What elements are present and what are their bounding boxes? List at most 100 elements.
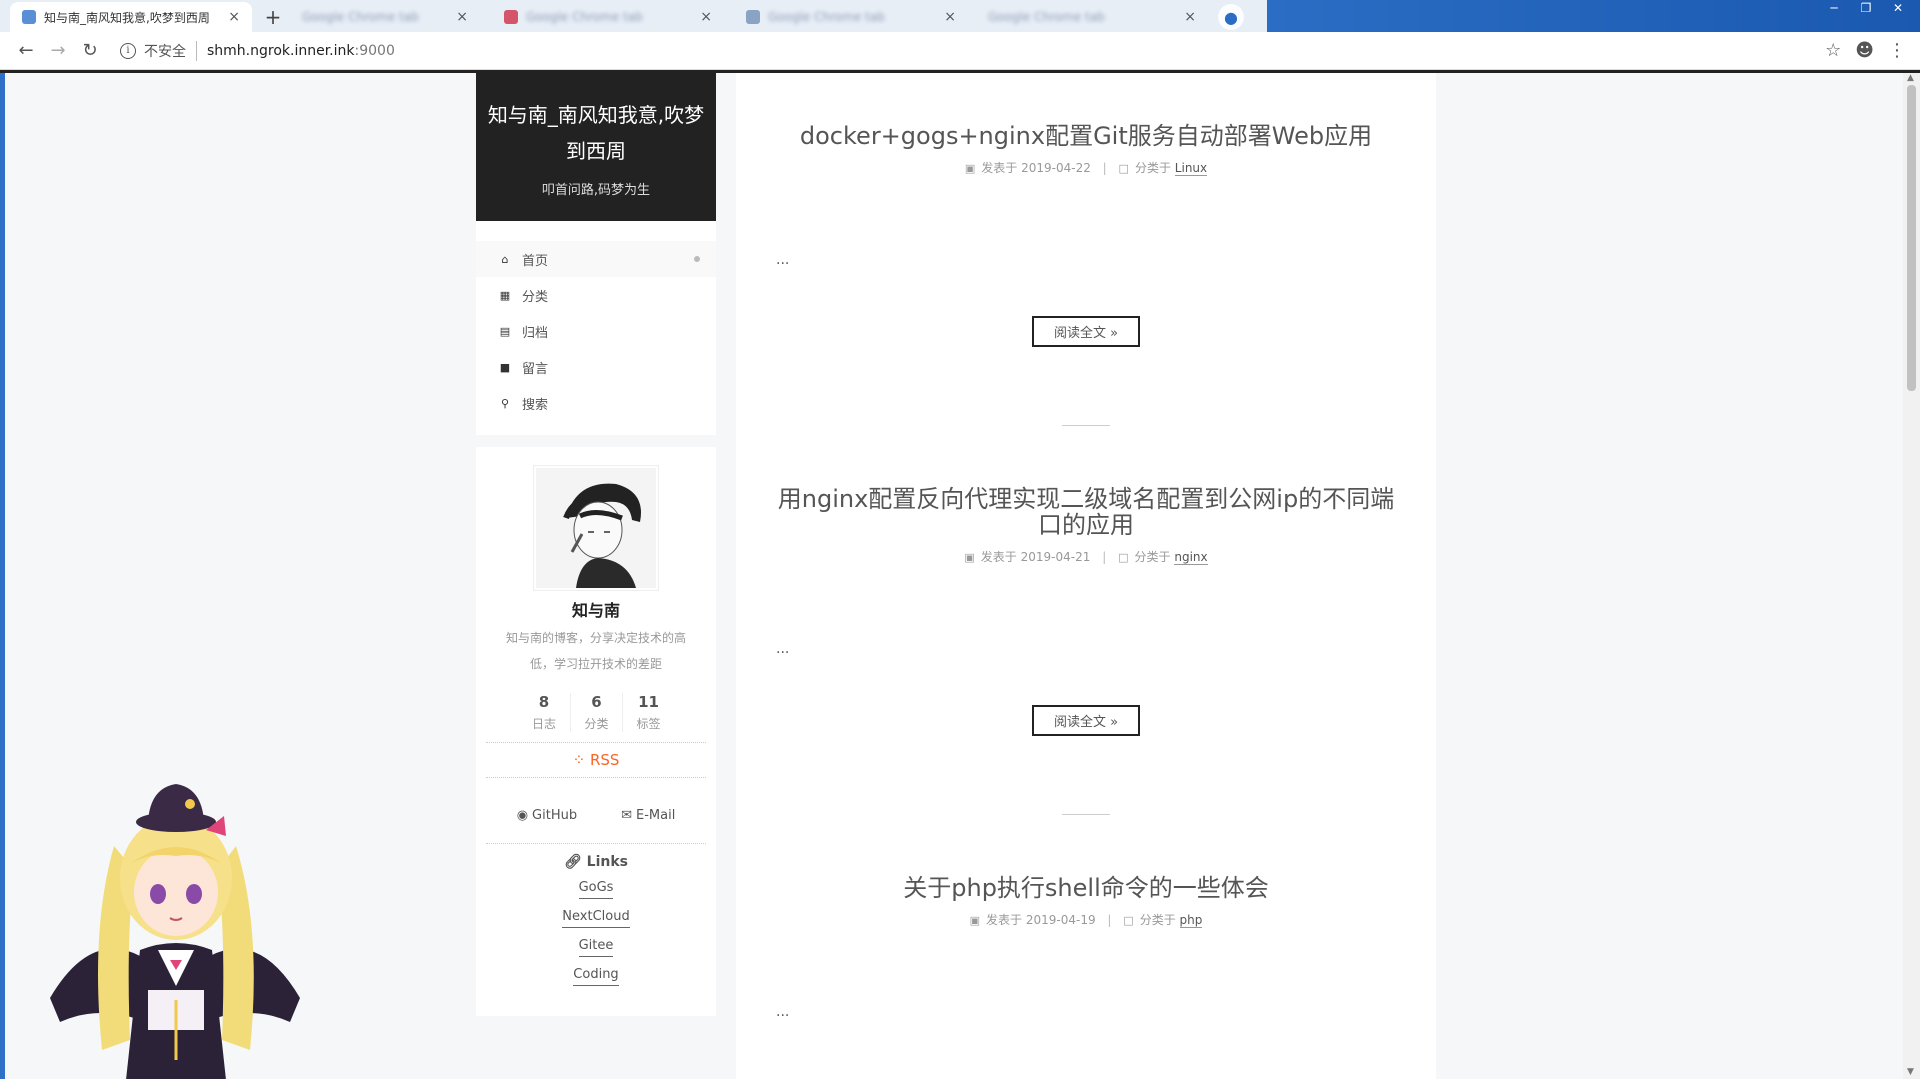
rss-link[interactable]: ⁘ RSS bbox=[486, 742, 706, 778]
social-label: E-Mail bbox=[636, 808, 676, 823]
date-label: 发表于 bbox=[981, 161, 1018, 175]
tab-title: Google Chrome tab bbox=[302, 10, 419, 24]
post-title[interactable]: docker+gogs+nginx配置Git服务自动部署Web应用 bbox=[776, 123, 1396, 149]
avatar bbox=[533, 465, 659, 591]
tab-title: 知与南_南风知我意,吹梦到西周 bbox=[44, 10, 210, 25]
category-label: 分类于 bbox=[1134, 161, 1171, 175]
scroll-up-icon[interactable]: ▲ bbox=[1907, 73, 1914, 83]
desktop-edge bbox=[0, 73, 5, 1079]
tab-close-icon[interactable]: × bbox=[700, 9, 712, 25]
read-more-button[interactable]: 阅读全文 » bbox=[1031, 316, 1141, 347]
tab-background[interactable]: Google Chrome tab × bbox=[290, 2, 480, 32]
calendar-icon: ▣ bbox=[964, 162, 976, 175]
tab-background[interactable]: Google Chrome tab × bbox=[976, 2, 1208, 32]
envelope-icon: ✉ bbox=[621, 808, 632, 823]
blogroll-link-gitee[interactable]: Gitee bbox=[578, 938, 614, 957]
tab-close-icon[interactable]: × bbox=[1184, 9, 1196, 25]
close-window-icon[interactable]: ✕ bbox=[1882, 0, 1914, 16]
bookmark-star-icon[interactable]: ☆ bbox=[1825, 40, 1841, 61]
post-excerpt: ... bbox=[776, 641, 790, 657]
post-item: 用nginx配置反向代理实现二级域名配置到公网ip的不同端口的应用 ▣ 发表于 2… bbox=[736, 426, 1436, 815]
address-bar: ← → ↻ i 不安全 shmh.ngrok.inner.ink :9000 ☆… bbox=[0, 32, 1920, 70]
post-title[interactable]: 用nginx配置反向代理实现二级域名配置到公网ip的不同端口的应用 bbox=[776, 486, 1396, 538]
stat-posts[interactable]: 8 日志 bbox=[518, 693, 570, 732]
tab-title: Google Chrome tab bbox=[526, 10, 643, 24]
new-tab-button[interactable]: + bbox=[260, 4, 286, 30]
stat-label: 分类 bbox=[584, 717, 609, 731]
post-excerpt: ... bbox=[776, 1004, 790, 1020]
stat-categories[interactable]: 6 分类 bbox=[570, 693, 622, 732]
stat-tags[interactable]: 11 标签 bbox=[622, 693, 674, 732]
rss-label: RSS bbox=[589, 751, 620, 769]
date-label: 发表于 bbox=[986, 913, 1023, 927]
back-icon[interactable]: ← bbox=[10, 35, 42, 67]
site-stats: 8 日志 6 分类 11 标签 bbox=[486, 693, 706, 732]
tab-close-icon[interactable]: × bbox=[456, 9, 468, 25]
menu-item-home[interactable]: ⌂ 首页 bbox=[476, 241, 716, 277]
menu-label: 搜索 bbox=[522, 397, 549, 413]
links-title: Links bbox=[586, 854, 628, 870]
folder-icon: □ bbox=[1123, 914, 1134, 927]
tab-title: Google Chrome tab bbox=[768, 10, 885, 24]
site-favicon-icon bbox=[22, 10, 36, 24]
post-title[interactable]: 关于php执行shell命令的一些体会 bbox=[776, 875, 1396, 901]
post-item: docker+gogs+nginx配置Git服务自动部署Web应用 ▣ 发表于 2… bbox=[736, 73, 1436, 426]
stat-label: 标签 bbox=[636, 717, 661, 731]
minimize-icon[interactable]: ─ bbox=[1818, 0, 1850, 16]
menu-item-search[interactable]: ⚲ 搜索 bbox=[476, 385, 716, 421]
blogroll-link-coding[interactable]: Coding bbox=[573, 967, 619, 986]
browser-tab-bar: 知与南_南风知我意,吹梦到西周 × + Google Chrome tab × … bbox=[0, 0, 1920, 32]
meta-separator: | bbox=[1102, 550, 1107, 564]
menu-label: 留言 bbox=[522, 361, 549, 377]
info-icon[interactable]: i bbox=[120, 42, 136, 59]
post-category[interactable]: php bbox=[1179, 913, 1203, 928]
blogroll-link-gogs[interactable]: GoGs bbox=[578, 880, 614, 899]
scrollbar-thumb[interactable] bbox=[1907, 85, 1916, 391]
url-field[interactable]: i 不安全 shmh.ngrok.inner.ink :9000 bbox=[120, 40, 1825, 61]
tab-active[interactable]: 知与南_南风知我意,吹梦到西周 × bbox=[10, 2, 252, 32]
menu-item-guestbook[interactable]: ■ 留言 bbox=[476, 349, 716, 385]
url-port: :9000 bbox=[354, 42, 395, 59]
url-host: shmh.ngrok.inner.ink bbox=[207, 42, 355, 59]
tab-close-icon[interactable]: × bbox=[944, 9, 956, 25]
meta-separator: | bbox=[1102, 161, 1107, 175]
social-email[interactable]: ✉ E-Mail bbox=[621, 808, 675, 823]
post-category[interactable]: nginx bbox=[1174, 550, 1208, 565]
blogroll-link-nextcloud[interactable]: NextCloud bbox=[562, 909, 630, 928]
folder-icon: □ bbox=[1118, 162, 1129, 175]
tab-search-icon[interactable]: ● bbox=[1218, 4, 1244, 30]
tab-background[interactable]: Google Chrome tab × bbox=[734, 2, 968, 32]
window-controls: ─ ❐ ✕ bbox=[1818, 0, 1914, 16]
tab-background[interactable]: Google Chrome tab × bbox=[492, 2, 724, 32]
menu-label: 分类 bbox=[522, 289, 549, 305]
th-icon: ▦ bbox=[499, 288, 511, 302]
search-icon: ⚲ bbox=[500, 396, 510, 410]
read-more-button[interactable]: 阅读全文 » bbox=[1031, 705, 1141, 736]
menu-kebab-icon[interactable]: ⋮ bbox=[1888, 40, 1906, 61]
site-title[interactable]: 知与南_南风知我意,吹梦到西周 bbox=[480, 97, 712, 169]
social-github[interactable]: ◉ GitHub bbox=[517, 808, 577, 823]
page-scrollbar[interactable]: ▲ ▼ bbox=[1903, 73, 1920, 1079]
scroll-down-icon[interactable]: ▼ bbox=[1907, 1067, 1914, 1077]
menu-item-categories[interactable]: ▦ 分类 bbox=[476, 277, 716, 313]
link-chain-icon: 🔗︎ bbox=[564, 854, 582, 870]
author-description: 知与南的博客，分享决定技术的高低，学习拉开技术的差距 bbox=[505, 631, 686, 671]
links-heading: 🔗︎ Links bbox=[486, 854, 706, 870]
calendar-icon: ▣ bbox=[964, 551, 975, 564]
main-menu: ⌂ 首页 ▦ 分类 ▤ 归档 ■ 留言 ⚲ 搜索 bbox=[476, 221, 716, 435]
reload-icon[interactable]: ↻ bbox=[74, 35, 106, 67]
post-category[interactable]: Linux bbox=[1174, 161, 1208, 176]
calendar-icon: ▣ bbox=[969, 914, 980, 927]
post-excerpt: ... bbox=[776, 252, 790, 268]
account-icon[interactable]: ☻ bbox=[1855, 40, 1874, 61]
date-label: 发表于 bbox=[980, 550, 1017, 564]
post-meta: ▣ 发表于 2019-04-21 | □ 分类于 nginx bbox=[776, 548, 1396, 565]
restore-icon[interactable]: ❐ bbox=[1850, 0, 1882, 16]
author-profile: 知与南 知与南的博客，分享决定技术的高低，学习拉开技术的差距 8 日志 6 分类… bbox=[476, 447, 716, 1016]
tab-close-icon[interactable]: × bbox=[228, 9, 240, 25]
menu-item-archives[interactable]: ▤ 归档 bbox=[476, 313, 716, 349]
forward-icon[interactable]: → bbox=[42, 35, 74, 67]
archive-icon: ▤ bbox=[499, 324, 511, 338]
live2d-mascot[interactable] bbox=[30, 760, 320, 1079]
rss-icon: ⁘ bbox=[572, 751, 586, 769]
